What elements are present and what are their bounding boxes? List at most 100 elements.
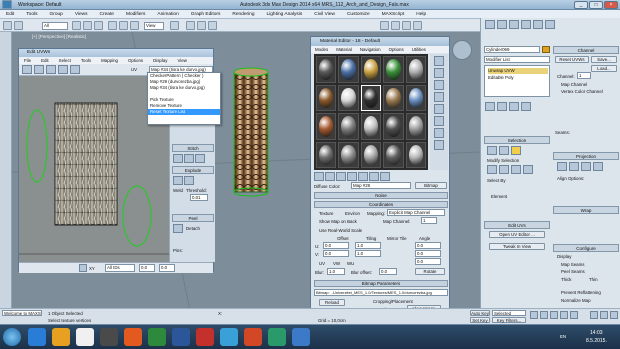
map-seams-checkbox[interactable]: Map Seams: [561, 262, 584, 267]
percent-snap-icon[interactable]: [208, 21, 217, 30]
mat-menu-navigation[interactable]: Navigation: [356, 46, 385, 52]
menu-animation[interactable]: Animation: [151, 10, 184, 17]
menu-help[interactable]: Help: [410, 10, 432, 17]
go-to-start-icon[interactable]: [530, 311, 538, 319]
zoom-icon[interactable]: [590, 311, 598, 319]
bitmap-path-button[interactable]: Bitmap: ..Univerzitet_MES_1.0/Textures/M…: [314, 289, 448, 296]
mapping-dropdown[interactable]: Explicit Map Channel: [387, 209, 445, 216]
taskbar-app-icon[interactable]: [292, 328, 310, 346]
uvw-menu-edit[interactable]: Edit: [36, 57, 54, 63]
uv-radio[interactable]: UV: [319, 261, 325, 266]
maximize-button[interactable]: □: [589, 1, 603, 9]
video-color-check-icon[interactable]: [434, 104, 444, 114]
channel-input[interactable]: 1: [577, 72, 591, 79]
material-slot[interactable]: [316, 113, 337, 140]
wu-radio[interactable]: WU: [347, 261, 354, 266]
uvw-menu-options[interactable]: Options: [123, 57, 148, 63]
reset-uvws-button[interactable]: Reset UVWs: [555, 56, 589, 63]
map-name-field[interactable]: Map #29: [351, 182, 411, 189]
material-editor-title[interactable]: Material Editor - 18 - Default: [311, 37, 449, 46]
key-filters-button[interactable]: Key Filters...: [492, 317, 526, 323]
rollout-stitch[interactable]: Stitch: [172, 144, 214, 152]
taskbar-app-icon[interactable]: [172, 328, 190, 346]
material-editor-icon[interactable]: [380, 21, 389, 30]
move-icon[interactable]: [108, 21, 117, 30]
move-uv-icon[interactable]: [22, 65, 32, 74]
select-object-icon[interactable]: [72, 21, 81, 30]
backlight-icon[interactable]: [434, 68, 444, 78]
maxscript-listener[interactable]: Welcome to MAXS: [2, 310, 42, 316]
rollout-bitmap-parameters[interactable]: Bitmap Parameters: [314, 280, 448, 287]
menu-lighting-analysis[interactable]: Lighting Analysis: [261, 10, 309, 17]
uvw-menu-view[interactable]: View: [173, 57, 192, 63]
remove-modifier-icon[interactable]: [521, 102, 531, 111]
key-mode-dropdown[interactable]: Selected: [492, 310, 526, 316]
reference-coord-dropdown[interactable]: View: [144, 22, 164, 30]
show-shaded-icon[interactable]: [369, 172, 379, 181]
pivot-icon[interactable]: [170, 21, 179, 30]
box-map-icon[interactable]: [593, 162, 603, 171]
texture-radio[interactable]: Texture: [319, 211, 333, 216]
material-slot[interactable]: [360, 84, 382, 111]
loop-icon[interactable]: [511, 165, 521, 174]
real-world-scale-checkbox[interactable]: Use Real-World Scale: [319, 228, 362, 233]
stitch-target-icon[interactable]: [184, 154, 194, 163]
map-channel-input[interactable]: 1: [421, 217, 437, 224]
material-slot[interactable]: [338, 113, 359, 140]
scale-uv-icon[interactable]: [46, 65, 56, 74]
make-preview-icon[interactable]: [434, 116, 444, 126]
uvw-menu-select[interactable]: Select: [54, 57, 76, 63]
reload-button[interactable]: Reload: [319, 299, 345, 306]
rollout-edit-uvs[interactable]: Edit UVs: [484, 221, 550, 229]
material-options-icon[interactable]: [434, 128, 444, 138]
undo-icon[interactable]: [3, 21, 12, 30]
ring-icon[interactable]: [523, 165, 533, 174]
taskbar-app-icon[interactable]: [100, 328, 118, 346]
minimize-button[interactable]: _: [574, 1, 588, 9]
cylindrical-map-icon[interactable]: [569, 162, 579, 171]
get-material-icon[interactable]: [314, 172, 324, 181]
make-unique-icon[interactable]: [509, 102, 519, 111]
u-tiling-input[interactable]: 1.0: [355, 242, 381, 249]
thick-radio[interactable]: Thick: [561, 277, 572, 282]
put-to-scene-icon[interactable]: [325, 172, 335, 181]
material-slot[interactable]: [360, 141, 382, 168]
stack-item-unwrap[interactable]: Unwrap UVW: [488, 68, 548, 74]
redo-icon[interactable]: [14, 21, 23, 30]
open-uv-editor-button[interactable]: Open UV Editor ...: [489, 231, 545, 238]
menu-civil-view[interactable]: Civil View: [308, 10, 341, 17]
render-frame-icon[interactable]: [402, 21, 411, 30]
vertex-mode-icon[interactable]: [487, 146, 497, 155]
stack-item-editable-poly[interactable]: Editable Poly: [488, 75, 514, 80]
dropdown-item-reset-texture-list[interactable]: Reset Texture List: [148, 109, 220, 115]
taskbar-app-icon[interactable]: [196, 328, 214, 346]
v-coord-field[interactable]: 0.0: [159, 264, 175, 272]
taskbar-app-icon[interactable]: [244, 328, 262, 346]
select-by-name-icon[interactable]: [83, 21, 92, 30]
go-to-parent-icon[interactable]: [380, 172, 390, 181]
language-indicator[interactable]: EN: [560, 334, 566, 339]
go-to-end-icon[interactable]: [570, 311, 578, 319]
menu-customize[interactable]: Customize: [341, 10, 376, 17]
taskbar-app-icon[interactable]: [220, 328, 238, 346]
angle-snap-icon[interactable]: [197, 21, 206, 30]
assign-material-icon[interactable]: [336, 172, 346, 181]
material-slot[interactable]: [383, 113, 404, 140]
uvw-menu-mapping[interactable]: Mapping: [96, 57, 123, 63]
map-type-button[interactable]: Bitmap: [415, 182, 447, 189]
material-slot[interactable]: [338, 56, 359, 83]
menu-group[interactable]: Group: [43, 10, 68, 17]
save-button[interactable]: Save...: [591, 56, 617, 63]
w-angle-input[interactable]: 0.0: [415, 258, 441, 265]
map-channel-radio[interactable]: Map Channel: [561, 82, 587, 87]
uv-axis-label[interactable]: XY: [89, 266, 95, 271]
menu-views[interactable]: Views: [69, 10, 94, 17]
menu-modifiers[interactable]: Modifiers: [120, 10, 151, 17]
close-button[interactable]: ×: [604, 1, 618, 9]
u-angle-input[interactable]: 0.0: [415, 242, 441, 249]
material-slot[interactable]: [383, 141, 404, 168]
material-slot[interactable]: [316, 141, 337, 168]
play-icon[interactable]: [550, 311, 558, 319]
material-slot[interactable]: [405, 113, 426, 140]
rollout-projection[interactable]: Projection: [553, 152, 619, 160]
